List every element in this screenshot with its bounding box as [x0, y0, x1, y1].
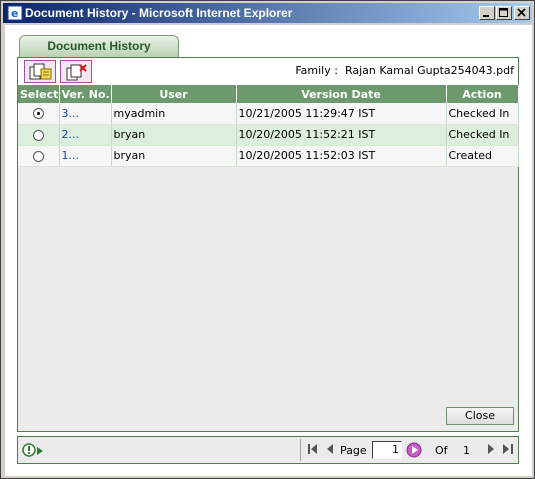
pager-bar: Page 1 Of 1: [17, 436, 519, 464]
date-cell: 10/20/2005 11:52:03 IST: [236, 145, 447, 167]
go-page-icon[interactable]: [406, 442, 422, 461]
user-cell: bryan: [111, 145, 237, 167]
family-label: Family :: [295, 64, 338, 77]
next-page-icon[interactable]: [487, 444, 495, 457]
user-cell: myadmin: [111, 103, 237, 125]
toolbar: Family : Rajan Kamal Gupta254043.pdf: [18, 58, 518, 85]
select-cell: [18, 103, 60, 125]
title-bar[interactable]: e Document History - Microsoft Internet …: [3, 3, 532, 23]
window-client: Document History Family: Rajan Kamal Gu…: [5, 25, 532, 476]
table-row[interactable]: 3... myadmin 10/21/2005 11:29:47 IST Che…: [18, 103, 519, 125]
close-icon: [517, 8, 526, 17]
minimize-icon: [483, 15, 489, 17]
first-page-icon[interactable]: [308, 444, 318, 457]
select-cell: [18, 124, 60, 146]
maximize-button[interactable]: [496, 6, 512, 20]
column-header-select: Select: [18, 85, 60, 103]
date-cell: 10/21/2005 11:29:47 IST: [236, 103, 447, 125]
date-cell: 10/20/2005 11:52:21 IST: [236, 124, 447, 146]
user-cell: bryan: [111, 124, 237, 146]
window-title: Document History - Microsoft Internet Ex…: [25, 6, 293, 20]
column-header-user: User: [111, 85, 237, 103]
family-filename: Rajan Kamal Gupta254043.pdf: [344, 64, 514, 77]
close-window-button[interactable]: [514, 6, 530, 20]
info-icon: [22, 443, 36, 460]
window: e Document History - Microsoft Internet …: [0, 0, 535, 479]
column-header-action: Action: [446, 85, 519, 103]
family-info: Family : Rajan Kamal Gupta254043.pdf: [295, 64, 514, 77]
close-button[interactable]: Close: [446, 407, 514, 425]
page-number-input[interactable]: 1: [372, 441, 402, 459]
version-radio[interactable]: [32, 108, 44, 120]
maximize-icon: [499, 8, 508, 17]
action-cell: Checked In: [446, 124, 519, 146]
column-header-version-date: Version Date: [236, 85, 447, 103]
version-table: Select Ver. No. User Version Date Action…: [18, 85, 519, 167]
expand-status-icon[interactable]: [37, 445, 43, 458]
version-radio[interactable]: [32, 129, 44, 141]
svg-text:e: e: [11, 7, 18, 20]
compare-versions-button[interactable]: [24, 60, 56, 83]
version-link[interactable]: 1...: [59, 145, 112, 167]
minimize-button[interactable]: [479, 6, 495, 20]
version-link[interactable]: 2...: [59, 124, 112, 146]
tab-document-history[interactable]: Document History: [19, 35, 179, 57]
table-row[interactable]: 1... bryan 10/20/2005 11:52:03 IST Creat…: [18, 145, 519, 167]
select-cell: [18, 145, 60, 167]
action-cell: Created: [446, 145, 519, 167]
page-label: Page: [340, 444, 367, 457]
pager-divider: [300, 439, 301, 461]
version-link[interactable]: 3...: [59, 103, 112, 125]
of-label: Of: [435, 444, 448, 457]
total-pages: 1: [463, 444, 470, 457]
copy-compare-icon: [29, 63, 52, 80]
delete-version-button[interactable]: [60, 60, 92, 83]
column-header-version: Ver. No.: [59, 85, 112, 103]
table-header-row: Select Ver. No. User Version Date Action: [18, 85, 519, 103]
previous-page-icon[interactable]: [326, 444, 334, 457]
action-cell: Checked In: [446, 103, 519, 125]
history-panel: Family : Rajan Kamal Gupta254043.pdf Sel…: [17, 57, 519, 432]
last-page-icon[interactable]: [503, 444, 513, 457]
table-row[interactable]: 2... bryan 10/20/2005 11:52:21 IST Check…: [18, 124, 519, 146]
copy-delete-icon: [66, 64, 87, 81]
version-radio[interactable]: [32, 150, 44, 162]
ie-icon: e: [7, 5, 23, 21]
